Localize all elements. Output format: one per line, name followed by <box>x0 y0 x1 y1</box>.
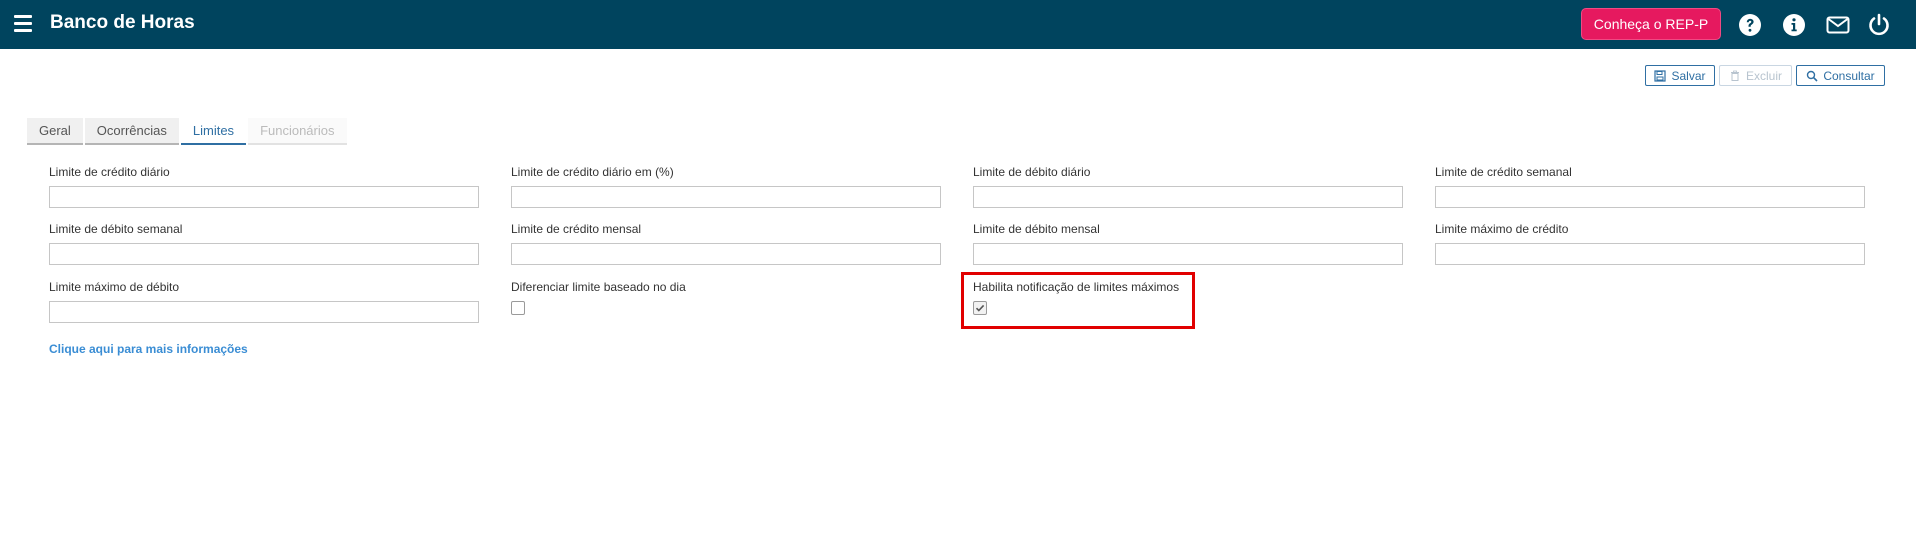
trash-icon <box>1730 70 1739 81</box>
label-limite-maximo-debito: Limite máximo de débito <box>49 280 180 294</box>
consult-label: Consultar <box>1823 68 1875 83</box>
more-info-link[interactable]: Clique aqui para mais informações <box>49 342 248 356</box>
checkbox-habilita-notificacao[interactable] <box>973 301 987 315</box>
rep-p-button[interactable]: Conheça o REP-P <box>1581 8 1721 40</box>
label-limite-maximo-credito: Limite máximo de crédito <box>1435 222 1569 236</box>
label-limite-credito-diario-pct: Limite de crédito diário em (%) <box>511 165 674 179</box>
input-limite-debito-mensal[interactable] <box>973 243 1403 265</box>
tab-limites[interactable]: Limites <box>180 118 247 145</box>
page-title: Banco de Horas <box>50 12 195 33</box>
menu-icon[interactable] <box>14 15 32 33</box>
power-icon[interactable] <box>1867 13 1891 37</box>
tab-funcionarios[interactable]: Funcionários <box>248 118 347 145</box>
input-limite-debito-diario[interactable] <box>973 186 1403 208</box>
label-limite-credito-mensal: Limite de crédito mensal <box>511 222 642 236</box>
label-diferenciar-limite: Diferenciar limite baseado no dia <box>511 280 686 294</box>
checkbox-diferenciar-limite[interactable] <box>511 301 525 315</box>
save-label: Salvar <box>1671 68 1706 83</box>
mail-icon[interactable] <box>1826 13 1850 37</box>
delete-label: Excluir <box>1745 68 1782 83</box>
tab-ocorrencias[interactable]: Ocorrências <box>84 118 179 145</box>
input-limite-maximo-credito[interactable] <box>1435 243 1865 265</box>
label-limite-debito-diario: Limite de débito diário <box>973 165 1091 179</box>
search-icon <box>1807 70 1818 82</box>
tab-bar: Geral Ocorrências Limites Funcionários <box>27 118 349 146</box>
info-icon[interactable] <box>1782 13 1806 37</box>
label-limite-credito-diario: Limite de crédito diário <box>49 165 170 179</box>
input-limite-maximo-debito[interactable] <box>49 301 479 323</box>
floppy-disk-icon <box>1654 69 1667 82</box>
label-limite-debito-mensal: Limite de débito mensal <box>973 222 1100 236</box>
delete-button[interactable]: Excluir <box>1719 65 1792 86</box>
checkmark-icon <box>975 304 985 312</box>
consult-button[interactable]: Consultar <box>1796 65 1885 86</box>
input-limite-credito-diario[interactable] <box>49 186 479 208</box>
input-limite-credito-mensal[interactable] <box>511 243 941 265</box>
input-limite-credito-semanal[interactable] <box>1435 186 1865 208</box>
tab-geral[interactable]: Geral <box>27 118 83 145</box>
label-limite-debito-semanal: Limite de débito semanal <box>49 222 183 236</box>
label-habilita-notificacao: Habilita notificação de limites máximos <box>973 280 1180 294</box>
input-limite-debito-semanal[interactable] <box>49 243 479 265</box>
save-button[interactable]: Salvar <box>1645 65 1715 86</box>
label-limite-credito-semanal: Limite de crédito semanal <box>1435 165 1572 179</box>
help-icon[interactable] <box>1738 13 1762 37</box>
top-bar: Banco de Horas Conheça o REP-P <box>0 0 1916 49</box>
input-limite-credito-diario-pct[interactable] <box>511 186 941 208</box>
